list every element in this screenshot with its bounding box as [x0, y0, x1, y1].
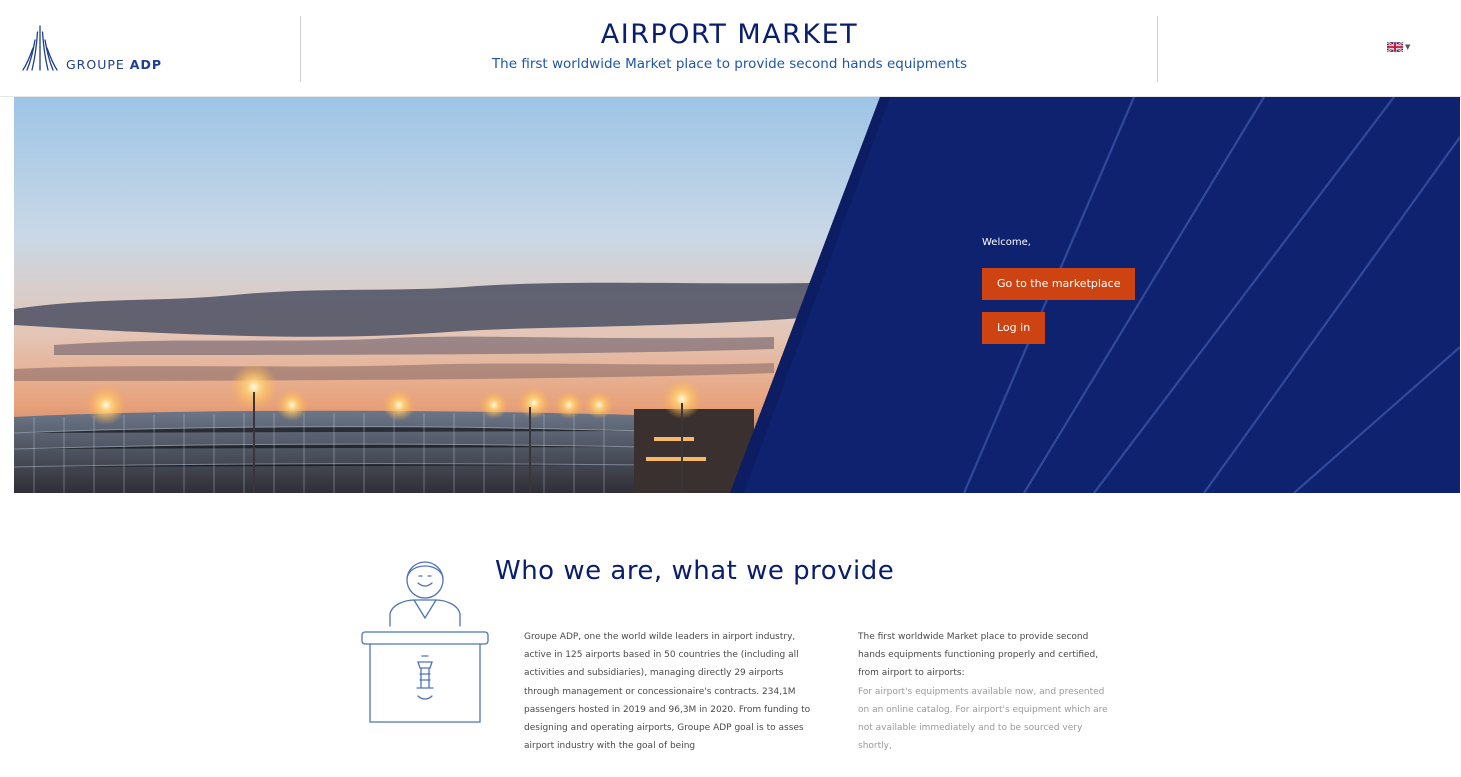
uk-flag-icon — [1387, 42, 1403, 52]
title-block: AIRPORT MARKET The first worldwide Marke… — [301, 18, 1158, 72]
logo-text: GROUPE ADP — [66, 57, 162, 72]
site-title: AIRPORT MARKET — [600, 19, 859, 50]
about-body: For airport's equipments available now, … — [858, 686, 1108, 752]
header-divider-right — [1157, 16, 1158, 82]
welcome-text: Welcome, — [982, 237, 1031, 248]
hero-content: Welcome, Go to the marketplace Log in — [982, 237, 1136, 356]
about-column-right: The first worldwide Market place to prov… — [858, 628, 1108, 755]
site-subtitle: The first worldwide Market place to prov… — [491, 56, 968, 72]
go-to-marketplace-button[interactable]: Go to the marketplace — [982, 268, 1136, 300]
hero-banner: Welcome, Go to the marketplace Log in — [14, 97, 1460, 493]
hero-graphic — [14, 97, 1460, 493]
chevron-down-icon: ▼ — [1405, 43, 1411, 51]
section-title: Who we are, what we provide — [495, 556, 895, 586]
about-intro: The first worldwide Market place to prov… — [858, 632, 1099, 679]
groupe-adp-logo-icon — [22, 25, 58, 71]
language-selector[interactable]: ▼ — [1387, 42, 1410, 52]
site-header: GROUPE ADP AIRPORT MARKET The first worl… — [0, 0, 1461, 97]
login-button[interactable]: Log in — [982, 312, 1046, 344]
about-column-left: Groupe ADP, one the world wilde leaders … — [524, 632, 811, 752]
receptionist-desk-illustration — [361, 561, 489, 723]
groupe-adp-logo[interactable]: GROUPE ADP — [22, 24, 162, 74]
